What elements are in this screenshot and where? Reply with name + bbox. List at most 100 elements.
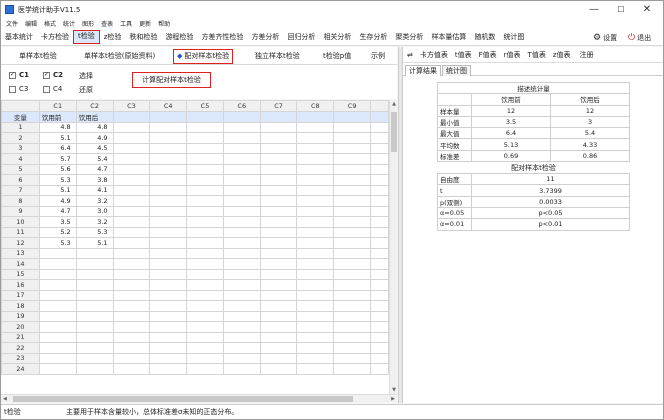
grid-cell[interactable]	[149, 142, 188, 154]
grid-cell[interactable]: 4.9	[38, 195, 77, 207]
grid-cell[interactable]	[259, 310, 298, 322]
grid-cell[interactable]	[222, 310, 261, 322]
grid-cell[interactable]	[222, 237, 261, 249]
grid-cell[interactable]	[259, 121, 298, 133]
lookup-table-button-6[interactable]: z值表	[553, 50, 571, 60]
grid-cell[interactable]	[222, 300, 261, 312]
grid-cell[interactable]	[186, 247, 224, 259]
grid-cell[interactable]: 4.7	[75, 163, 114, 175]
grid-cell[interactable]	[186, 110, 224, 123]
grid-cell[interactable]	[259, 142, 298, 154]
grid-cell[interactable]	[112, 331, 151, 343]
grid-cell[interactable]	[259, 289, 298, 301]
tab-results[interactable]: 计算结果	[405, 65, 441, 76]
grid-cell[interactable]	[370, 321, 389, 333]
grid-cell[interactable]	[333, 342, 372, 354]
grid-cell[interactable]	[333, 321, 372, 333]
grid-cell[interactable]	[149, 352, 188, 364]
row-header[interactable]: 8	[1, 195, 40, 207]
grid-cell[interactable]	[296, 110, 335, 123]
row-header[interactable]: 3	[1, 142, 40, 154]
grid-cell[interactable]	[222, 247, 261, 259]
grid-cell[interactable]	[149, 289, 188, 301]
grid-cell[interactable]	[222, 110, 261, 123]
module-tab-1[interactable]: 卡方检验	[37, 30, 73, 45]
grid-cell[interactable]	[186, 163, 224, 175]
grid-cell[interactable]	[149, 279, 188, 291]
close-button[interactable]: ✕	[635, 1, 659, 18]
grid-cell[interactable]	[186, 289, 224, 301]
grid-cell[interactable]	[259, 174, 298, 186]
grid-cell[interactable]	[75, 279, 114, 291]
grid-cell[interactable]	[186, 226, 224, 238]
lookup-table-button-5[interactable]: T值表	[528, 50, 546, 60]
grid-cell[interactable]	[370, 279, 389, 291]
lookup-table-button-4[interactable]: r值表	[504, 50, 521, 60]
grid-cell[interactable]: 3.8	[75, 174, 114, 186]
grid-cell[interactable]	[112, 237, 151, 249]
grid-cell[interactable]: 5.3	[75, 226, 114, 238]
grid-cell[interactable]	[259, 268, 298, 280]
grid-cell[interactable]	[112, 300, 151, 312]
column-header[interactable]: C8	[296, 100, 335, 112]
grid-cell[interactable]	[112, 258, 151, 270]
subtab-2[interactable]: ◆ 配对样本t检验	[173, 49, 234, 64]
swap-icon[interactable]: ⇌	[407, 51, 413, 59]
row-header[interactable]: 10	[1, 216, 40, 228]
grid-cell[interactable]	[370, 142, 389, 154]
row-header[interactable]: 18	[1, 300, 40, 312]
grid-cell[interactable]	[186, 132, 224, 144]
row-header[interactable]: 22	[1, 342, 40, 354]
grid-cell[interactable]	[222, 321, 261, 333]
grid-cell[interactable]	[296, 268, 335, 280]
grid-cell[interactable]	[370, 258, 389, 270]
row-header[interactable]: 9	[1, 205, 40, 217]
scroll-thumb[interactable]	[13, 396, 353, 402]
grid-cell[interactable]	[222, 195, 261, 207]
grid-cell[interactable]	[259, 321, 298, 333]
menu-item-4[interactable]: 图形	[82, 19, 94, 28]
grid-cell[interactable]	[259, 258, 298, 270]
grid-cell[interactable]	[296, 163, 335, 175]
grid-cell[interactable]	[186, 237, 224, 249]
grid-cell[interactable]: 5.6	[38, 163, 77, 175]
grid-cell[interactable]	[149, 121, 188, 133]
module-tab-14[interactable]: 统计图	[499, 30, 528, 45]
grid-cell[interactable]	[259, 331, 298, 343]
grid-cell[interactable]	[75, 321, 114, 333]
exit-button[interactable]: ⏻ 退出	[628, 29, 651, 46]
grid-cell[interactable]: 5.1	[75, 237, 114, 249]
grid-cell[interactable]	[370, 195, 389, 207]
module-tab-4[interactable]: 秩和检验	[125, 30, 161, 45]
grid-cell[interactable]: 6.4	[38, 142, 77, 154]
grid-cell[interactable]	[296, 237, 335, 249]
grid-cell[interactable]	[149, 184, 188, 196]
grid-cell[interactable]	[186, 121, 224, 133]
grid-cell[interactable]: 5.1	[38, 184, 77, 196]
grid-cell[interactable]	[186, 258, 224, 270]
grid-cell[interactable]: 5.7	[38, 153, 77, 165]
grid-cell[interactable]	[75, 300, 114, 312]
row-header[interactable]: 23	[1, 352, 40, 364]
grid-cell[interactable]	[75, 342, 114, 354]
checkbox-c2[interactable]: ✓ C2	[43, 71, 63, 79]
grid-cell[interactable]	[222, 121, 261, 133]
grid-cell[interactable]	[296, 184, 335, 196]
grid-cell[interactable]	[296, 342, 335, 354]
checkbox-c1[interactable]: ✓ C1	[9, 71, 29, 79]
grid-cell[interactable]: 4.5	[75, 142, 114, 154]
tab-chart[interactable]: 统计图	[442, 65, 471, 76]
row-header[interactable]: 13	[1, 247, 40, 259]
grid-cell[interactable]	[259, 237, 298, 249]
module-tab-8[interactable]: 回归分析	[283, 30, 319, 45]
scroll-right-icon[interactable]: ▶	[391, 395, 395, 403]
grid-cell[interactable]	[222, 205, 261, 217]
data-grid[interactable]: C1 C2 C3 C4 C5 C6 C7 C8 C9 变量 饮用前 饮用后 1 4.8 4.8 2 5.1 4.9…	[1, 100, 389, 394]
grid-cell[interactable]	[186, 310, 224, 322]
lookup-table-button-1[interactable]: 卡方值表	[420, 50, 448, 60]
grid-cell[interactable]	[112, 342, 151, 354]
grid-cell[interactable]	[186, 195, 224, 207]
checkbox-c3[interactable]: C3	[9, 85, 28, 93]
row-header[interactable]: 24	[1, 363, 40, 375]
grid-cell[interactable]	[370, 268, 389, 280]
